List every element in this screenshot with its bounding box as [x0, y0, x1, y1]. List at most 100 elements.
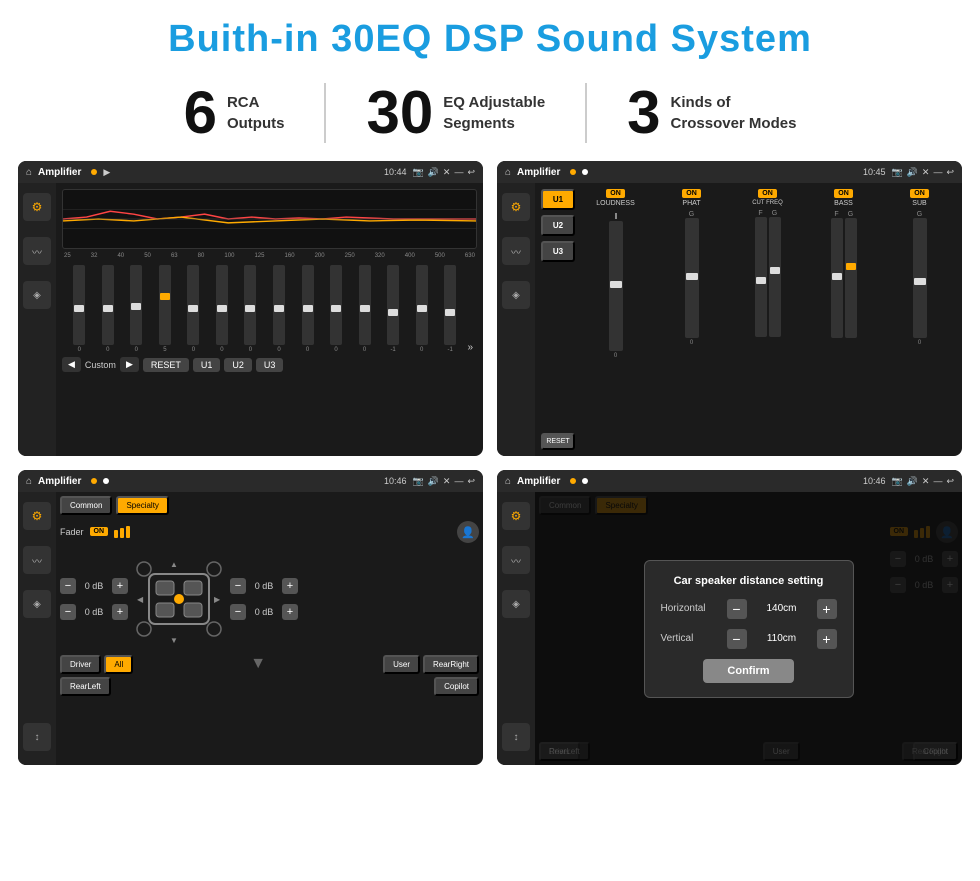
db-plus-3[interactable]: +	[282, 578, 298, 594]
eq-filter-btn[interactable]: ⚙	[23, 193, 51, 221]
eq-u3-btn[interactable]: U3	[256, 358, 284, 372]
confirm-btn[interactable]: Confirm	[703, 659, 793, 683]
vertical-minus-btn[interactable]: −	[727, 629, 747, 649]
sub-slider[interactable]	[913, 218, 927, 338]
eq-prev-btn[interactable]: ◀	[62, 357, 81, 372]
eq-band-2[interactable]: 0	[95, 265, 122, 353]
home-icon-2[interactable]: ⌂	[505, 167, 511, 178]
rearright-btn[interactable]: RearRight	[423, 655, 479, 674]
back-icon-4[interactable]: ↩	[946, 476, 954, 487]
back-icon[interactable]: ↩	[467, 167, 475, 178]
copilot-btn[interactable]: Copilot	[434, 677, 479, 696]
u2-preset-btn[interactable]: U2	[541, 215, 575, 236]
close-icon-3[interactable]: ✕	[443, 476, 451, 487]
minimize-icon-3[interactable]: —	[454, 476, 463, 486]
eq-band-13[interactable]: 0	[408, 265, 435, 353]
u1-preset-btn[interactable]: U1	[541, 189, 575, 210]
eq-band-9[interactable]: 0	[294, 265, 321, 353]
distance-speaker-btn[interactable]: ◈	[502, 590, 530, 618]
minimize-icon[interactable]: —	[454, 167, 463, 177]
minimize-icon-2[interactable]: —	[933, 167, 942, 177]
home-icon[interactable]: ⌂	[26, 167, 32, 178]
bass-f-slider[interactable]	[831, 218, 843, 338]
camera-icon-3[interactable]: 📷	[412, 476, 423, 487]
distance-screen: ⌂ Amplifier 10:46 📷 🔊 ✕ — ↩ ⚙ 〰 ◈ ↕	[497, 470, 962, 765]
common-tab[interactable]: Common	[60, 496, 112, 515]
loudness-slider[interactable]	[609, 221, 623, 351]
camera-icon-2[interactable]: 📷	[891, 167, 902, 178]
loudness-on[interactable]: ON	[606, 189, 625, 198]
distance-wave-btn[interactable]: 〰	[502, 546, 530, 574]
eq-u1-btn[interactable]: U1	[193, 358, 221, 372]
sub-on[interactable]: ON	[910, 189, 929, 198]
cutfreq-on[interactable]: ON	[758, 189, 777, 198]
crossover-main: U1 U2 U3 RESET ON LOUDNESS 0	[535, 183, 962, 456]
volume-icon[interactable]: 🔊	[428, 167, 439, 178]
phat-slider[interactable]	[685, 218, 699, 338]
eq-more-icon[interactable]: »	[467, 342, 473, 353]
eq-u2-btn[interactable]: U2	[224, 358, 252, 372]
eq-band-4[interactable]: 5	[152, 265, 179, 353]
eq-band-14[interactable]: -1	[437, 265, 464, 353]
camera-icon-4[interactable]: 📷	[891, 476, 902, 487]
crossover-wave-btn[interactable]: 〰	[502, 237, 530, 265]
cutfreq-f-slider[interactable]	[755, 217, 767, 337]
volume-icon-3[interactable]: 🔊	[428, 476, 439, 487]
home-icon-3[interactable]: ⌂	[26, 476, 32, 487]
eq-band-11[interactable]: 0	[351, 265, 378, 353]
db-minus-4[interactable]: −	[230, 604, 246, 620]
all-btn[interactable]: All	[104, 655, 133, 674]
phat-on[interactable]: ON	[682, 189, 701, 198]
eq-band-6[interactable]: 0	[209, 265, 236, 353]
horizontal-plus-btn[interactable]: +	[817, 599, 837, 619]
eq-band-5[interactable]: 0	[180, 265, 207, 353]
db-minus-2[interactable]: −	[60, 604, 76, 620]
distance-filter-btn[interactable]: ⚙	[502, 502, 530, 530]
crossover-filter-btn[interactable]: ⚙	[502, 193, 530, 221]
rearleft-btn[interactable]: RearLeft	[60, 677, 111, 696]
fader-arrows-btn[interactable]: ↕	[23, 723, 51, 751]
db-minus-1[interactable]: −	[60, 578, 76, 594]
eq-wave-btn[interactable]: 〰	[23, 237, 51, 265]
eq-speaker-btn[interactable]: ◈	[23, 281, 51, 309]
back-icon-2[interactable]: ↩	[946, 167, 954, 178]
volume-icon-2[interactable]: 🔊	[907, 167, 918, 178]
eq-next-btn[interactable]: ▶	[120, 357, 139, 372]
home-icon-4[interactable]: ⌂	[505, 476, 511, 487]
play-icon[interactable]: ▶	[103, 167, 110, 178]
bass-on[interactable]: ON	[834, 189, 853, 198]
eq-reset-btn[interactable]: RESET	[143, 358, 189, 372]
horizontal-minus-btn[interactable]: −	[727, 599, 747, 619]
specialty-tab[interactable]: Specialty	[116, 496, 168, 515]
minimize-icon-4[interactable]: —	[933, 476, 942, 486]
fader-speaker-btn[interactable]: ◈	[23, 590, 51, 618]
eq-band-8[interactable]: 0	[266, 265, 293, 353]
volume-icon-4[interactable]: 🔊	[907, 476, 918, 487]
back-icon-3[interactable]: ↩	[467, 476, 475, 487]
cutfreq-g-slider[interactable]	[769, 217, 781, 337]
close-icon[interactable]: ✕	[443, 167, 451, 178]
fader-filter-btn[interactable]: ⚙	[23, 502, 51, 530]
camera-icon[interactable]: 📷	[412, 167, 423, 178]
fader-wave-btn[interactable]: 〰	[23, 546, 51, 574]
eq-band-7[interactable]: 0	[237, 265, 264, 353]
eq-band-3[interactable]: 0	[123, 265, 150, 353]
close-icon-2[interactable]: ✕	[922, 167, 930, 178]
db-plus-2[interactable]: +	[112, 604, 128, 620]
db-plus-1[interactable]: +	[112, 578, 128, 594]
driver-btn[interactable]: Driver	[60, 655, 101, 674]
eq-band-1[interactable]: 0	[66, 265, 93, 353]
db-plus-4[interactable]: +	[282, 604, 298, 620]
crossover-speaker-btn[interactable]: ◈	[502, 281, 530, 309]
db-minus-3[interactable]: −	[230, 578, 246, 594]
eq-band-10[interactable]: 0	[323, 265, 350, 353]
crossover-reset-btn[interactable]: RESET	[541, 433, 575, 450]
vertical-plus-btn[interactable]: +	[817, 629, 837, 649]
u3-preset-btn[interactable]: U3	[541, 241, 575, 262]
eq-band-12[interactable]: -1	[380, 265, 407, 353]
close-icon-4[interactable]: ✕	[922, 476, 930, 487]
distance-arrows-btn[interactable]: ↕	[502, 723, 530, 751]
fader-on-badge[interactable]: ON	[90, 527, 109, 536]
user-btn[interactable]: User	[383, 655, 420, 674]
bass-g-slider[interactable]	[845, 218, 857, 338]
